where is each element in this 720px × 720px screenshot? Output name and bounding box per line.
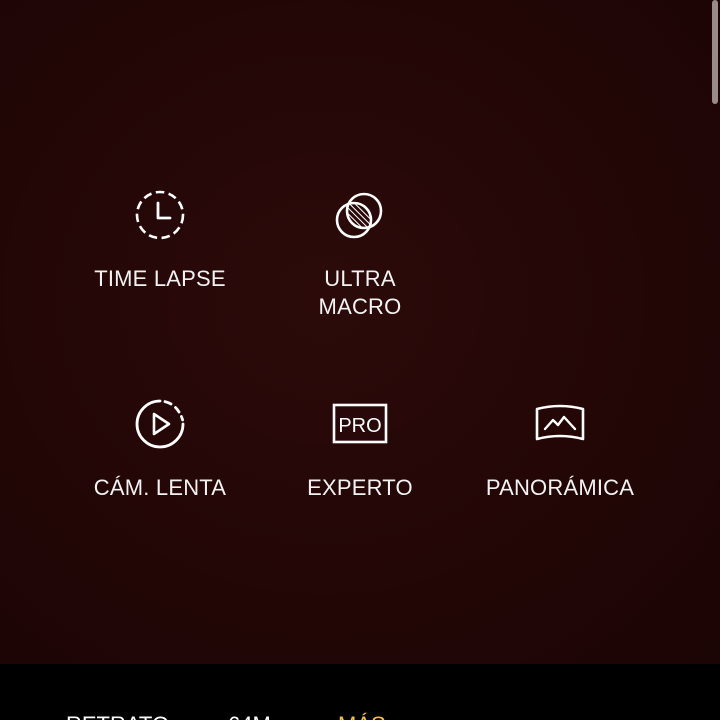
- mode-time-lapse[interactable]: TIME LAPSE: [75, 187, 245, 293]
- mode-label: CÁM. LENTA: [93, 475, 227, 500]
- mode-ultra-macro[interactable]: ULTRA MACRO: [275, 187, 445, 321]
- ultra-macro-icon: [335, 192, 383, 239]
- mode-label: ULTRA MACRO: [318, 266, 402, 319]
- camera-more-modes-screen: TIME LAPSE ULTRA MACRO CÁM. LENTA PRO EX…: [0, 0, 720, 720]
- time-lapse-icon: [135, 190, 185, 240]
- mode-slow-motion[interactable]: CÁM. LENTA: [75, 396, 245, 502]
- mode-tab-more[interactable]: MÁS: [338, 712, 386, 720]
- mode-label: PANORÁMICA: [485, 475, 635, 500]
- scrollbar[interactable]: [712, 0, 718, 104]
- mode-tab-resolution[interactable]: 64M: [228, 712, 271, 720]
- mode-pro[interactable]: PRO EXPERTO: [275, 396, 445, 502]
- mode-panorama[interactable]: PANORÁMICA: [475, 396, 645, 502]
- pro-icon-text: PRO: [338, 415, 381, 437]
- mode-tab-portrait[interactable]: RETRATO: [66, 712, 169, 720]
- mode-label: TIME LAPSE: [94, 266, 226, 291]
- panorama-icon: [535, 404, 585, 441]
- mode-bar: RETRATO 64M MÁS: [0, 664, 720, 720]
- mode-label: EXPERTO: [307, 475, 413, 500]
- slow-motion-icon: [135, 399, 185, 449]
- pro-icon: PRO: [332, 403, 388, 444]
- modes-panel: TIME LAPSE ULTRA MACRO CÁM. LENTA PRO EX…: [0, 0, 720, 664]
